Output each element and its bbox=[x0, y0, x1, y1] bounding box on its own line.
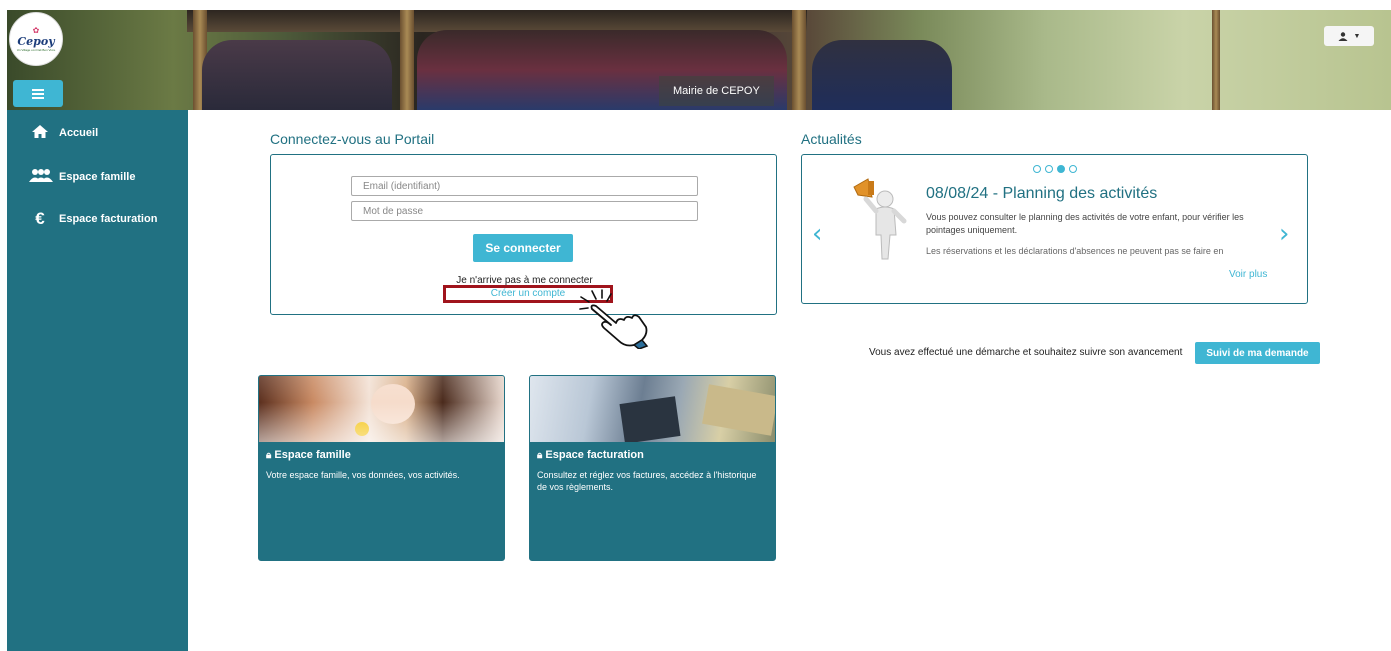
card-title-text: Espace facturation bbox=[545, 449, 644, 461]
card-title: 🔒︎ Espace facturation bbox=[537, 449, 644, 461]
calculator-shape bbox=[619, 396, 681, 442]
portal-page: ✿ Cepoy Un Village où il fait Bon Vivre … bbox=[7, 10, 1391, 651]
chevron-right-icon[interactable]: › bbox=[1279, 219, 1289, 249]
card-espace-famille[interactable]: 🔒︎ Espace famille Votre espace famille, … bbox=[258, 375, 505, 561]
card-description: Consultez et réglez vos factures, accéde… bbox=[537, 470, 757, 492]
banknotes-shape bbox=[702, 384, 775, 436]
home-icon bbox=[29, 124, 51, 143]
logo-text: Cepoy bbox=[17, 34, 55, 48]
header-banner: ✿ Cepoy Un Village où il fait Bon Vivre … bbox=[7, 10, 1391, 110]
card-title: 🔒︎ Espace famille bbox=[266, 449, 351, 461]
sidebar-item-label: Espace famille bbox=[59, 171, 136, 183]
news-item-title: 08/08/24 - Planning des activités bbox=[926, 185, 1158, 202]
banner-post bbox=[792, 10, 806, 110]
sidebar: Accueil Espace famille € Espace facturat… bbox=[7, 110, 188, 651]
track-request-button[interactable]: Suivi de ma demande bbox=[1195, 342, 1320, 364]
news-item-text: Vous pouvez consulter le planning des ac… bbox=[926, 212, 1244, 235]
cepoy-logo[interactable]: ✿ Cepoy Un Village où il fait Bon Vivre bbox=[9, 12, 63, 66]
flower-icon: ✿ bbox=[32, 25, 40, 35]
chevron-left-icon[interactable]: ‹ bbox=[812, 219, 822, 249]
photo-overlay bbox=[259, 376, 504, 442]
hamburger-icon bbox=[32, 92, 44, 95]
banner-roof bbox=[187, 10, 807, 32]
family-photo bbox=[259, 376, 504, 442]
sidebar-item-label: Espace facturation bbox=[59, 213, 158, 225]
connect-button[interactable]: Se connecter bbox=[473, 234, 573, 262]
banner-crowd bbox=[812, 40, 952, 110]
card-espace-facturation[interactable]: 🔒︎ Espace facturation Consultez et régle… bbox=[529, 375, 776, 561]
megaphone-figure-image bbox=[853, 178, 907, 260]
sidebar-item-espace-facturation[interactable]: € Espace facturation bbox=[29, 208, 157, 230]
euro-icon: € bbox=[35, 209, 45, 228]
login-panel: Se connecter Je n'arrive pas à me connec… bbox=[270, 154, 777, 315]
family-icon bbox=[29, 168, 53, 187]
sidebar-item-label: Accueil bbox=[59, 127, 99, 139]
user-menu-button[interactable]: ▼ bbox=[1324, 26, 1374, 46]
pointer-hand-icon bbox=[579, 289, 649, 349]
card-description: Votre espace famille, vos données, vos a… bbox=[266, 470, 460, 480]
caret-down-icon: ▼ bbox=[1353, 32, 1361, 40]
sidebar-item-accueil[interactable]: Accueil bbox=[29, 122, 98, 144]
password-field[interactable] bbox=[351, 201, 698, 221]
carousel-dot[interactable] bbox=[1033, 165, 1041, 173]
login-title: Connectez-vous au Portail bbox=[270, 131, 435, 147]
carousel-dot[interactable] bbox=[1069, 165, 1077, 173]
lock-icon: 🔒︎ bbox=[266, 450, 272, 461]
news-carousel: ‹ › 08/08/24 - Planning des activités Vo… bbox=[801, 154, 1308, 304]
lock-icon: 🔒︎ bbox=[537, 450, 543, 461]
card-title-text: Espace famille bbox=[274, 449, 351, 461]
banner-caption: Mairie de CEPOY bbox=[659, 76, 774, 106]
user-icon bbox=[1338, 31, 1348, 41]
news-item-text-truncated: Les réservations et les déclarations d'a… bbox=[926, 246, 1224, 256]
banner-post bbox=[1212, 10, 1220, 110]
banner-post bbox=[400, 10, 414, 110]
hamburger-menu-button[interactable] bbox=[13, 80, 63, 107]
tracking-text: Vous avez effectué une démarche et souha… bbox=[869, 347, 1183, 358]
see-more-link[interactable]: Voir plus bbox=[1229, 269, 1267, 280]
banner-crowd bbox=[202, 40, 392, 110]
email-field[interactable] bbox=[351, 176, 698, 196]
billing-photo bbox=[530, 376, 775, 442]
sidebar-item-espace-famille[interactable]: Espace famille bbox=[29, 166, 135, 188]
carousel-dot[interactable] bbox=[1045, 165, 1053, 173]
carousel-dot-active[interactable] bbox=[1057, 165, 1065, 173]
logo-subtitle: Un Village où il fait Bon Vivre bbox=[16, 47, 56, 52]
news-section-title: Actualités bbox=[801, 131, 862, 147]
